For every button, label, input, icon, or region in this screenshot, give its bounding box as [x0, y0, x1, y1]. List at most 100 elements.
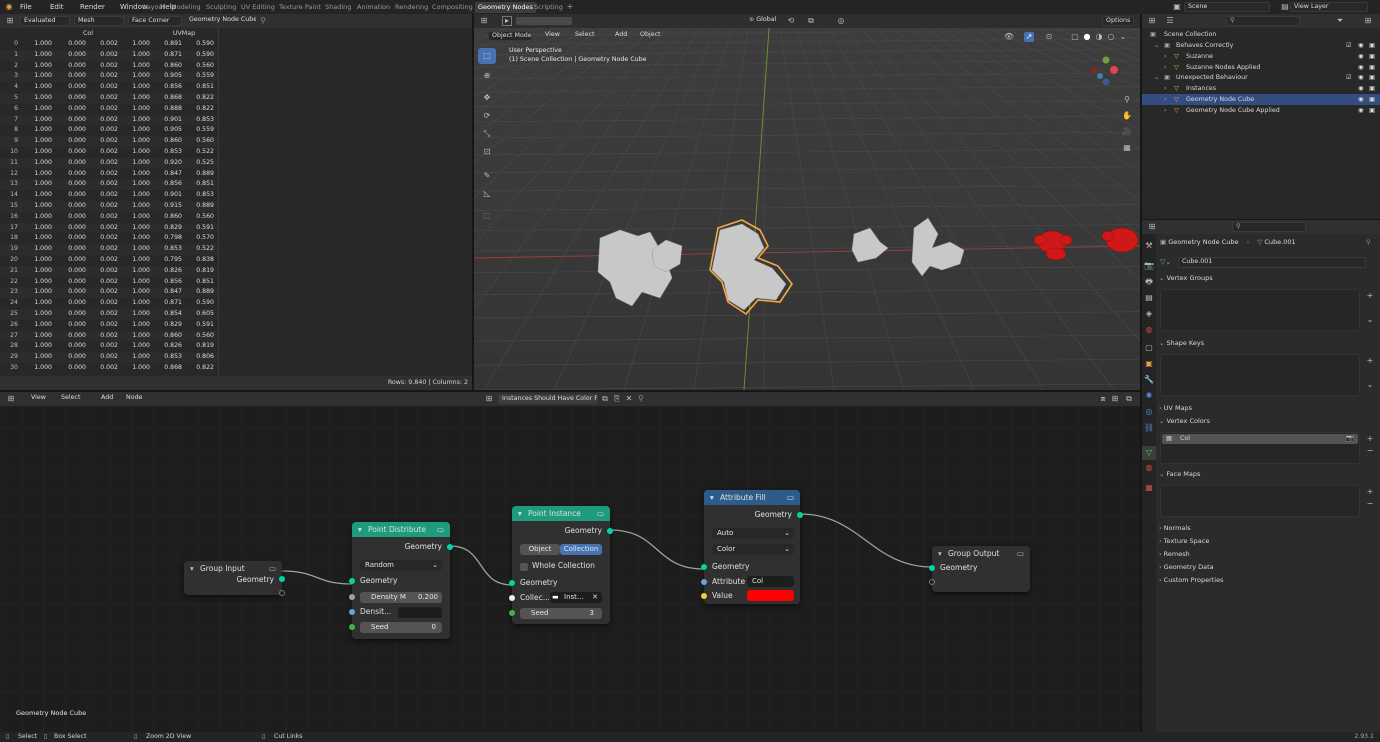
tab-shading[interactable]: Shading: [322, 2, 354, 13]
proportional-edit-icon[interactable]: ◎: [836, 16, 846, 26]
add-face-map-icon[interactable]: +: [1365, 487, 1375, 497]
add-vertex-group-icon[interactable]: +: [1365, 291, 1375, 301]
editor-type-icon[interactable]: ⊞: [4, 394, 18, 404]
snap-icon[interactable]: ⧉: [806, 16, 816, 26]
geometry-output-socket[interactable]: [607, 528, 613, 534]
whole-collection-checkbox[interactable]: [520, 563, 528, 571]
node-editor[interactable]: ⊞ View Select Add Node ⊞ Instances Should H…: [0, 392, 1140, 732]
tab-modeling[interactable]: Modeling: [168, 2, 204, 13]
geometry-output-socket[interactable]: [279, 576, 285, 582]
camera-icon[interactable]: ▣: [1369, 105, 1375, 116]
expand-arrow-icon[interactable]: ⌄: [1154, 40, 1159, 51]
group-output-node[interactable]: ▾ Group Output ▭ Geometry: [929, 546, 1030, 592]
overlay-toggle-icon[interactable]: ⧉: [1124, 394, 1134, 404]
material-shading-icon[interactable]: ◑: [1094, 32, 1104, 42]
eye-icon[interactable]: ◉: [1358, 83, 1364, 94]
eye-icon[interactable]: ◉: [1358, 62, 1364, 73]
solid-shading-icon[interactable]: ●: [1082, 32, 1092, 42]
eye-icon[interactable]: ◉: [1358, 105, 1364, 116]
camera-icon[interactable]: ▣: [1369, 94, 1375, 105]
expand-arrow-icon[interactable]: ›: [1164, 83, 1167, 94]
render-tab-icon[interactable]: 📷: [1143, 260, 1155, 272]
collapsed-section-custom-properties[interactable]: › Custom Properties: [1159, 576, 1224, 584]
properties-search-input[interactable]: ⚲: [1232, 222, 1306, 232]
density-attribute-socket[interactable]: [349, 609, 355, 615]
collapse-arrow-icon[interactable]: ▾: [190, 561, 194, 576]
camera-icon[interactable]: ▣: [1369, 40, 1375, 51]
eye-icon[interactable]: ◉: [1358, 94, 1364, 105]
collapse-arrow-icon[interactable]: ▾: [358, 522, 362, 537]
select-tool-icon[interactable]: ⬚: [478, 48, 496, 64]
outliner-item[interactable]: › ▽ Suzanne Nodes Applied ◉ ▣: [1142, 62, 1380, 73]
expand-arrow-icon[interactable]: ›: [1164, 51, 1167, 62]
camera-icon[interactable]: ▣: [1369, 51, 1375, 62]
collapsed-section-normals[interactable]: › Normals: [1159, 524, 1191, 532]
color-input-socket[interactable]: [701, 593, 707, 599]
cursor-tool-icon[interactable]: ⊕: [478, 68, 496, 84]
transform-tool-icon[interactable]: ⊡: [478, 144, 496, 160]
fake-user-icon[interactable]: ⧉: [600, 394, 610, 404]
particles-tab-icon[interactable]: ✺: [1143, 390, 1155, 402]
world-tab-icon[interactable]: ◍: [1143, 324, 1155, 336]
empty-output-socket[interactable]: [279, 590, 285, 596]
view-layer-icon[interactable]: ▤: [1280, 2, 1290, 12]
scale-tool-icon[interactable]: ⤡: [478, 126, 496, 142]
3d-viewport[interactable]: ⊞ ▸ ⊕ Global ⟲ ⧉ ◎ Options Object Mode V…: [474, 14, 1140, 390]
outliner-item[interactable]: › ▽ Instances ◉ ▣: [1142, 83, 1380, 94]
node-menu-view[interactable]: View: [28, 394, 49, 404]
point-distribute-header[interactable]: ▾ Point Distribute ▭: [352, 522, 450, 537]
scene-icon[interactable]: ▣: [1172, 2, 1182, 12]
outliner-item[interactable]: ⌄ ▣ Behaves Correctly ☑ ◉ ▣: [1142, 40, 1380, 51]
mesh-name-field[interactable]: Cube.001: [1178, 257, 1366, 268]
constraints-tab-icon[interactable]: ⛓: [1143, 422, 1155, 434]
editor-type-icon[interactable]: ⊞: [1146, 222, 1158, 232]
shape-keys-header[interactable]: ⌄ Shape Keys: [1159, 339, 1204, 347]
point-instance-node[interactable]: ▾ Point Instance ▭ Geometry Object Colle…: [509, 506, 613, 624]
viewport-menu-add[interactable]: Add: [612, 31, 630, 41]
shape-key-menu-icon[interactable]: ⌄: [1365, 380, 1375, 390]
add-workspace-icon[interactable]: +: [566, 2, 574, 12]
camera-icon[interactable]: ▣: [1369, 72, 1375, 83]
expand-arrow-icon[interactable]: ›: [1164, 94, 1167, 105]
geometry-input-socket[interactable]: [349, 578, 355, 584]
node-tree-name-field[interactable]: Instances Should Have Color Filled: [498, 394, 598, 404]
vertex-color-item[interactable]: ▦ Col 📷: [1162, 434, 1358, 444]
geometry-input-socket[interactable]: [929, 565, 935, 571]
material-tab-icon[interactable]: ◍: [1143, 462, 1155, 474]
editor-type-icon[interactable]: ⊞: [4, 16, 16, 26]
node-tree-type-icon[interactable]: ⊞: [484, 394, 494, 404]
zoom-icon[interactable]: ⚲: [1120, 94, 1134, 106]
attribute-fill-header[interactable]: ▾ Attribute Fill ▭: [704, 490, 800, 505]
instance-seed-field[interactable]: Seed 3: [520, 608, 602, 619]
density-max-field[interactable]: Density M 0.200: [360, 592, 442, 603]
preview-icon[interactable]: ▭: [437, 522, 444, 537]
viewport-menu-view[interactable]: View: [542, 31, 563, 41]
collapsed-section-geometry-data[interactable]: › Geometry Data: [1159, 563, 1214, 571]
tab-compositing[interactable]: Compositing: [429, 2, 476, 13]
preview-icon[interactable]: ▭: [787, 490, 794, 505]
annotate-tool-icon[interactable]: ✎: [478, 168, 496, 184]
data-tab-icon[interactable]: ▽: [1142, 446, 1156, 460]
texture-tab-icon[interactable]: ▦: [1143, 482, 1155, 494]
tab-geometry-nodes[interactable]: Geometry Nodes: [475, 2, 536, 13]
pin-icon[interactable]: ⚲: [258, 16, 268, 26]
measure-tool-icon[interactable]: ◺: [478, 186, 496, 202]
physics-tab-icon[interactable]: ◎: [1143, 406, 1155, 418]
value-color-swatch[interactable]: [747, 590, 794, 601]
uv-maps-header[interactable]: › UV Maps: [1159, 404, 1192, 412]
ortho-toggle-icon[interactable]: ▦: [1120, 142, 1134, 154]
visibility-icon[interactable]: 👁: [1004, 32, 1014, 42]
snap-toggle-icon[interactable]: ⧈: [1098, 394, 1108, 404]
add-cube-tool-icon[interactable]: ⬚: [478, 208, 496, 224]
duplicate-tree-icon[interactable]: ⎘: [612, 394, 622, 404]
editor-type-icon[interactable]: ⊞: [478, 16, 490, 26]
expand-arrow-icon[interactable]: ⌄: [1154, 72, 1159, 83]
view-layer-tab-icon[interactable]: ▤: [1143, 292, 1155, 304]
attribute-input-socket[interactable]: [701, 579, 707, 585]
tab-texture-paint[interactable]: Texture Paint: [276, 2, 324, 13]
view-layer-selector[interactable]: View Layer: [1290, 2, 1368, 12]
modifier-tab-icon[interactable]: 🔧: [1143, 374, 1155, 386]
domain-dropdown[interactable]: Face Corner: [128, 16, 182, 26]
preview-icon[interactable]: ▭: [269, 561, 276, 576]
distribute-mode-dropdown[interactable]: Random ⌄: [360, 560, 442, 571]
